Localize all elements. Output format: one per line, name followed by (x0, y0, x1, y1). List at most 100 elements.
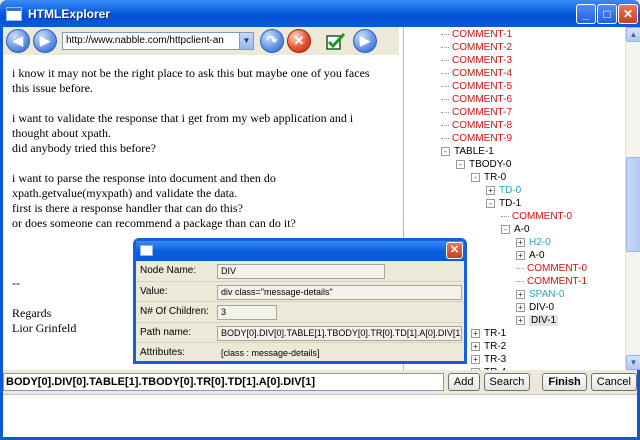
tree-node-label: COMMENT-0 (527, 263, 587, 274)
collapse-icon[interactable]: - (456, 159, 465, 169)
tree-node[interactable]: - TD-1 (486, 197, 521, 210)
next-button[interactable]: ▶ (353, 29, 377, 53)
tree-node[interactable]: - TABLE-1 (441, 145, 494, 158)
chevron-down-icon[interactable]: ▼ (239, 33, 253, 49)
maximize-button[interactable]: □ (597, 4, 617, 24)
expand-icon[interactable]: + (516, 250, 525, 260)
collapse-icon[interactable]: - (486, 198, 495, 208)
finish-button[interactable]: Finish (542, 373, 587, 391)
expand-icon[interactable]: + (516, 289, 525, 299)
paragraph: i want to validate the response that i g… (12, 111, 354, 155)
tree-node[interactable]: + TR-2 (471, 340, 506, 353)
app-icon (140, 245, 153, 256)
tree-line (441, 85, 449, 87)
tree-node-label: COMMENT-5 (452, 81, 512, 92)
tree-node-label: TR-3 (484, 354, 507, 365)
path-label: Path name: (140, 326, 192, 338)
attributes-row: Attributes: [class : message-details] (136, 343, 464, 364)
tree-node[interactable]: COMMENT-5 (441, 80, 512, 93)
expand-icon[interactable]: + (471, 341, 480, 351)
collapse-icon[interactable]: - (441, 146, 450, 156)
xpath-input[interactable]: BODY[0].DIV[0].TABLE[1].TBODY[0].TR[0].T… (3, 373, 444, 391)
main-frame: ◀ ▶ http://www.nabble.com/httpclient-an … (0, 27, 640, 440)
tree-node[interactable]: COMMENT-6 (441, 93, 512, 106)
tree-node[interactable]: + A-0 (516, 249, 545, 262)
window-titlebar: HTMLExplorer _ □ ✕ (0, 0, 640, 27)
tree-node[interactable]: COMMENT-9 (441, 132, 512, 145)
expand-icon[interactable]: + (516, 315, 525, 325)
go-button[interactable]: ↷ (260, 29, 284, 53)
collapse-icon[interactable]: - (501, 224, 510, 234)
tree-node-label: COMMENT-3 (452, 55, 512, 66)
value-row: Value: div class="message-details" (136, 282, 464, 302)
tree-node-label: TR-0 (484, 172, 507, 183)
tree-node[interactable]: + H2-0 (516, 236, 551, 249)
search-button[interactable]: Search (483, 373, 531, 391)
forward-button[interactable]: ▶ (33, 29, 57, 53)
tree-line (441, 98, 449, 100)
tree-node[interactable]: + TR-3 (471, 353, 506, 366)
tree-node-label: A-0 (514, 224, 530, 235)
node-info-dialog: ✕ Node Name: DIV Value: div class="messa… (133, 238, 467, 364)
node-name-field[interactable]: DIV (217, 264, 385, 279)
tree-node[interactable]: COMMENT-2 (441, 41, 512, 54)
add-button[interactable]: Add (447, 373, 480, 391)
tree-node[interactable]: COMMENT-8 (441, 119, 512, 132)
tree-node-label: TBODY-0 (469, 159, 512, 170)
expand-icon[interactable]: + (486, 185, 495, 195)
expand-icon[interactable]: + (516, 237, 525, 247)
expand-icon[interactable]: + (471, 328, 480, 338)
checkmark-icon (326, 32, 346, 50)
close-button[interactable]: ✕ (618, 4, 638, 24)
tree-node-label: SPAN-0 (529, 289, 565, 300)
expand-icon[interactable]: + (516, 302, 525, 312)
tree-node-label: DIV-1 (529, 315, 559, 326)
collapse-icon[interactable]: - (471, 172, 480, 182)
path-field[interactable]: BODY[0].DIV[0].TABLE[1].TBODY[0].TR[0].T… (217, 325, 462, 341)
children-row: N# Of Children: 3 (136, 302, 464, 323)
tree-node-label: TR-2 (484, 341, 507, 352)
tree-node[interactable]: + SPAN-0 (516, 288, 564, 301)
window-title: HTMLExplorer (28, 6, 111, 21)
tree-node-label: TABLE-1 (454, 146, 494, 157)
tree-node[interactable]: + DIV-0 (516, 301, 554, 314)
cancel-button[interactable]: Cancel (590, 373, 637, 391)
dialog-close-button[interactable]: ✕ (446, 242, 463, 259)
output-area[interactable] (3, 394, 637, 437)
tree-node[interactable]: COMMENT-7 (441, 106, 512, 119)
minimize-button[interactable]: _ (576, 4, 596, 24)
tree-line (441, 72, 449, 74)
tree-node[interactable]: - TR-0 (471, 171, 506, 184)
tree-line (441, 46, 449, 48)
tree-node-label: TD-0 (499, 185, 522, 196)
children-field[interactable]: 3 (217, 305, 277, 320)
expand-icon[interactable]: + (471, 354, 480, 364)
tree-node-label: COMMENT-1 (527, 276, 587, 287)
tree-node[interactable]: + DIV-1 (516, 314, 559, 327)
tree-node[interactable]: COMMENT-1 (516, 275, 587, 288)
tree-node[interactable]: COMMENT-4 (441, 67, 512, 80)
scroll-thumb[interactable] (626, 157, 640, 252)
tree-node-label: H2-0 (529, 237, 551, 248)
tree-node[interactable]: - TBODY-0 (456, 158, 511, 171)
tree-node[interactable]: COMMENT-0 (501, 210, 572, 223)
validate-button[interactable] (325, 30, 347, 52)
tree-node-label: TD-1 (499, 198, 522, 209)
url-combobox[interactable]: http://www.nabble.com/httpclient-an ▼ (62, 32, 254, 50)
tree-node[interactable]: COMMENT-3 (441, 54, 512, 67)
tree-node-label: COMMENT-4 (452, 68, 512, 79)
value-field[interactable]: div class="message-details" (217, 284, 462, 300)
attributes-field[interactable]: [class : message-details] (217, 346, 382, 361)
tree-node[interactable]: COMMENT-1 (441, 28, 512, 41)
tree-node[interactable]: - A-0 (501, 223, 530, 236)
tree-node-label: COMMENT-0 (512, 211, 572, 222)
tree-node[interactable]: COMMENT-0 (516, 262, 587, 275)
stop-button[interactable]: ✕ (287, 29, 311, 53)
tree-scrollbar[interactable]: ▲ ▼ (625, 27, 640, 370)
scroll-up-icon[interactable]: ▲ (626, 27, 640, 42)
tree-node[interactable]: + TD-0 (486, 184, 521, 197)
url-value: http://www.nabble.com/httpclient-an (66, 35, 224, 46)
tree-node[interactable]: + TR-1 (471, 327, 506, 340)
scroll-down-icon[interactable]: ▼ (626, 355, 640, 370)
back-button[interactable]: ◀ (6, 29, 30, 53)
